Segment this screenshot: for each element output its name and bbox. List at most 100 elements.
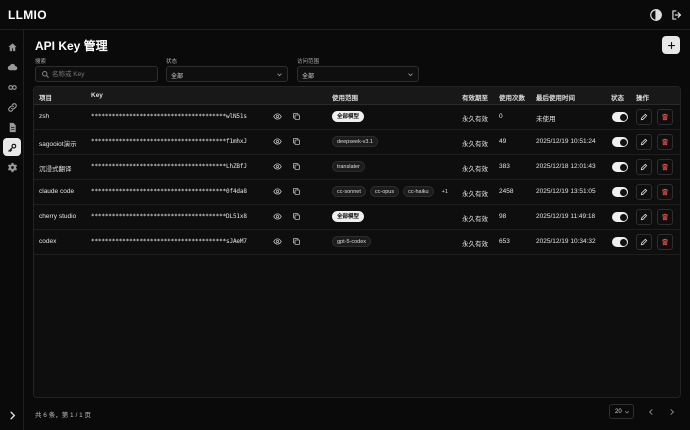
chevron-left-icon <box>648 408 653 415</box>
row-key: ***************************************f… <box>91 138 247 145</box>
scope-tag: 全部模型 <box>332 111 365 122</box>
table-row: sagooiot演示 *****************************… <box>34 130 680 155</box>
row-count: 653 <box>499 238 510 245</box>
plus-icon <box>667 41 675 49</box>
copy-icon[interactable] <box>292 187 302 197</box>
eye-icon[interactable] <box>273 162 283 172</box>
row-key: ***************************************D… <box>91 213 247 220</box>
row-last-used: 未使用 <box>536 116 556 123</box>
row-last-used: 2025/12/18 12:01:43 <box>536 163 596 170</box>
col-name: 项目 <box>39 95 52 102</box>
row-key: ***************************************L… <box>91 163 247 170</box>
trash-icon <box>661 163 669 171</box>
scope-tags: gpt-5-codex <box>332 236 372 247</box>
page-size-select[interactable]: 20 <box>609 404 634 419</box>
page-size-value: 20 <box>615 409 622 415</box>
search-label: 搜索 <box>35 59 47 65</box>
row-last-used: 2025/12/19 10:51:24 <box>536 138 596 145</box>
delete-button[interactable] <box>657 159 673 175</box>
copy-icon[interactable] <box>292 212 302 222</box>
pencil-icon <box>640 163 648 171</box>
chevron-right-icon[interactable] <box>5 408 19 422</box>
row-count: 98 <box>499 213 507 220</box>
trash-icon <box>661 213 669 221</box>
toggle-knob <box>619 113 627 121</box>
row-name: claude code <box>39 188 75 195</box>
eye-icon[interactable] <box>273 212 283 222</box>
status-toggle[interactable] <box>612 212 628 222</box>
sidebar-item-api-keys[interactable] <box>3 138 21 156</box>
sidebar-item-home[interactable] <box>3 38 21 56</box>
delete-button[interactable] <box>657 209 673 225</box>
sidebar-item-logs[interactable] <box>3 118 21 136</box>
copy-icon[interactable] <box>292 162 302 172</box>
sidebar-item-settings[interactable] <box>3 158 21 176</box>
edit-button[interactable] <box>636 209 652 225</box>
copy-icon[interactable] <box>292 112 302 122</box>
row-expiry: 永久有效 <box>462 191 488 198</box>
copy-icon[interactable] <box>292 137 302 147</box>
row-expiry: 永久有效 <box>462 166 488 173</box>
sidebar-item-models[interactable] <box>3 78 21 96</box>
eye-icon[interactable] <box>273 237 283 247</box>
scope-tags: deepseek-v3.1 <box>332 136 379 147</box>
scope-filter-label: 访问范围 <box>297 59 320 65</box>
eye-icon[interactable] <box>273 137 283 147</box>
theme-toggle-icon[interactable] <box>649 8 663 22</box>
col-scope: 使用范围 <box>332 95 358 102</box>
chevron-down-icon <box>624 409 630 415</box>
chevron-right-icon <box>670 408 675 415</box>
app-title: LLMIO <box>8 8 47 22</box>
copy-icon[interactable] <box>292 237 302 247</box>
row-name: sagooiot演示 <box>39 141 77 148</box>
delete-button[interactable] <box>657 234 673 250</box>
pencil-icon <box>640 238 648 246</box>
edit-button[interactable] <box>636 184 652 200</box>
add-key-button[interactable] <box>662 36 680 54</box>
status-toggle[interactable] <box>612 162 628 172</box>
scope-tag: 全部模型 <box>332 211 365 222</box>
sidebar-item-routes[interactable] <box>3 98 21 116</box>
scope-tag: cc-haiku <box>403 186 434 197</box>
row-name: zsh <box>39 113 50 120</box>
scope-tag-more[interactable]: +1 <box>438 186 452 197</box>
table-row: cherry studio **************************… <box>34 205 680 230</box>
row-key: ***************************************w… <box>91 113 247 120</box>
logout-icon[interactable] <box>670 8 684 22</box>
document-icon <box>9 122 16 132</box>
scope-select[interactable]: 全部 <box>297 66 419 82</box>
search-icon <box>41 70 50 79</box>
row-count: 2458 <box>499 188 514 195</box>
pagination-summary: 共 6 条，第 1 / 1 页 <box>35 412 91 419</box>
status-toggle[interactable] <box>612 237 628 247</box>
delete-button[interactable] <box>657 134 673 150</box>
prev-page-button[interactable] <box>643 404 659 419</box>
key-icon <box>7 143 16 152</box>
eye-icon[interactable] <box>273 187 283 197</box>
chain-icon <box>7 102 17 112</box>
edit-button[interactable] <box>636 109 652 125</box>
search-input[interactable] <box>52 68 152 80</box>
table-row: 沉浸式翻译 **********************************… <box>34 155 680 180</box>
pencil-icon <box>640 188 648 196</box>
toggle-knob <box>619 213 627 221</box>
scope-tag: cc-sonnet <box>332 186 366 197</box>
scope-tags: cc-sonnet cc-opus cc-haiku +1 <box>332 186 452 197</box>
status-select[interactable]: 全部 <box>166 66 288 82</box>
row-key: ***************************************0… <box>91 188 247 195</box>
sidebar-item-providers[interactable] <box>3 58 21 76</box>
edit-button[interactable] <box>636 234 652 250</box>
edit-button[interactable] <box>636 134 652 150</box>
status-toggle[interactable] <box>612 137 628 147</box>
status-toggle[interactable] <box>612 187 628 197</box>
delete-button[interactable] <box>657 184 673 200</box>
next-page-button[interactable] <box>664 404 680 419</box>
delete-button[interactable] <box>657 109 673 125</box>
top-bar: LLMIO <box>0 0 690 30</box>
status-toggle[interactable] <box>612 112 628 122</box>
row-name: cherry studio <box>39 213 77 220</box>
search-field <box>35 66 158 82</box>
sidebar <box>0 30 24 430</box>
eye-icon[interactable] <box>273 112 283 122</box>
edit-button[interactable] <box>636 159 652 175</box>
